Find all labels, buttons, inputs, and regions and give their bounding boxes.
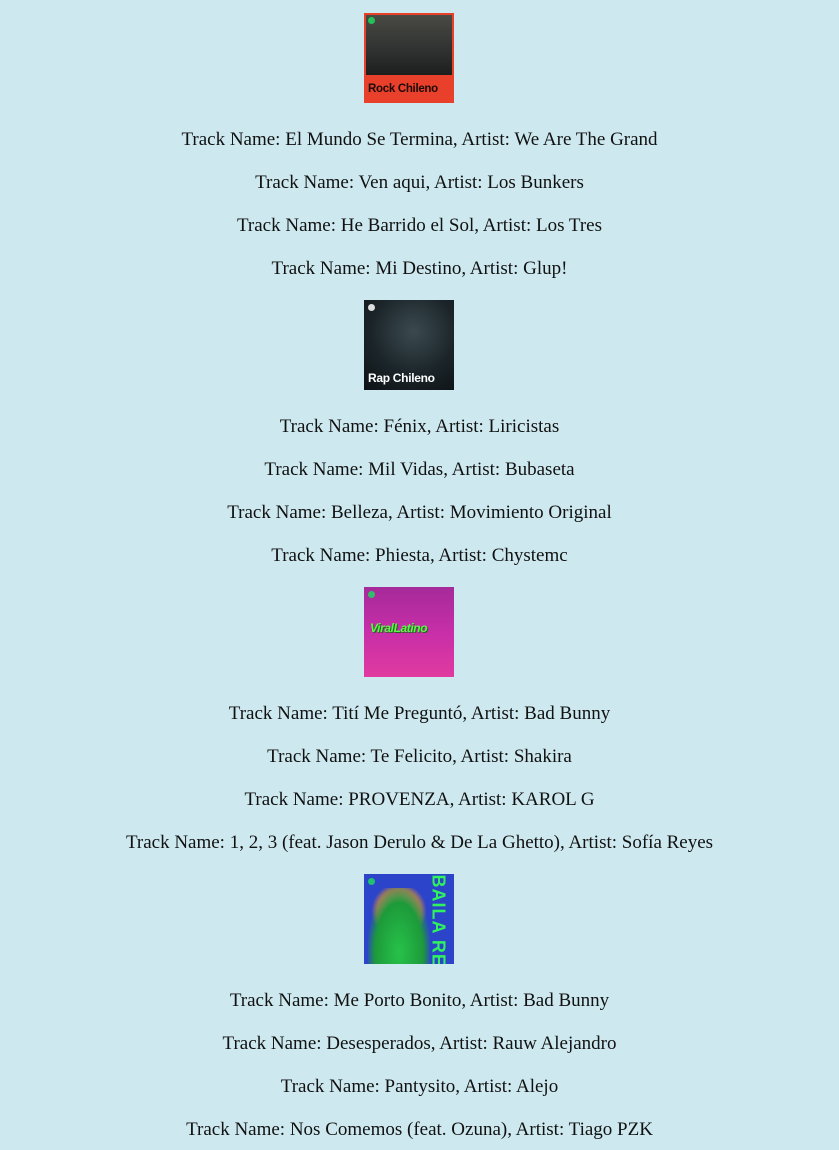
track-item: Track Name: He Barrido el Sol, Artist: L… [236, 215, 603, 236]
baila-reggaeton-cover-image[interactable]: BAILA REGGAETON [364, 874, 454, 964]
track-item: Track Name: Me Porto Bonito, Artist: Bad… [229, 990, 610, 1011]
rock-chileno-cover-image[interactable]: Rock Chileno [364, 13, 454, 103]
track-item: Track Name: Fénix, Artist: Liricistas [279, 416, 560, 437]
track-item: Track Name: Belleza, Artist: Movimiento … [227, 502, 612, 523]
cover-title: BAILA REGGAETON [428, 875, 449, 965]
track-item: Track Name: El Mundo Se Termina, Artist:… [181, 129, 658, 150]
track-item: Track Name: PROVENZA, Artist: KAROL G [244, 789, 595, 810]
band-photo [366, 15, 452, 75]
track-item: Track Name: Phiesta, Artist: Chystemc [271, 545, 568, 566]
track-item: Track Name: Desesperados, Artist: Rauw A… [222, 1033, 617, 1054]
track-item: Track Name: Mi Destino, Artist: Glup! [271, 258, 568, 279]
spotify-logo-icon [368, 878, 375, 885]
viral-latino-cover-image[interactable]: ViralLatino [364, 587, 454, 677]
spotify-logo-icon [368, 17, 375, 24]
track-item: Track Name: Te Felicito, Artist: Shakira [267, 746, 572, 767]
track-item: Track Name: Nos Comemos (feat. Ozuna), A… [186, 1119, 653, 1140]
cover-title: Rock Chileno [368, 83, 438, 95]
track-item: Track Name: Pantysito, Artist: Alejo [280, 1076, 559, 1097]
playlist-page: Rock Chileno Track Name: El Mundo Se Ter… [0, 0, 839, 1150]
artist-photo [368, 888, 430, 964]
cover-title: ViralLatino [370, 621, 428, 635]
cover-title: Rap Chileno [368, 371, 435, 385]
spotify-logo-icon [368, 591, 375, 598]
spotify-logo-icon [368, 304, 375, 311]
track-item: Track Name: Tití Me Preguntó, Artist: Ba… [228, 703, 611, 724]
track-item: Track Name: 1, 2, 3 (feat. Jason Derulo … [125, 832, 714, 853]
track-item: Track Name: Mil Vidas, Artist: Bubaseta [264, 459, 575, 480]
track-item: Track Name: Ven aqui, Artist: Los Bunker… [255, 172, 584, 193]
rap-chileno-cover-image[interactable]: Rap Chileno [364, 300, 454, 390]
